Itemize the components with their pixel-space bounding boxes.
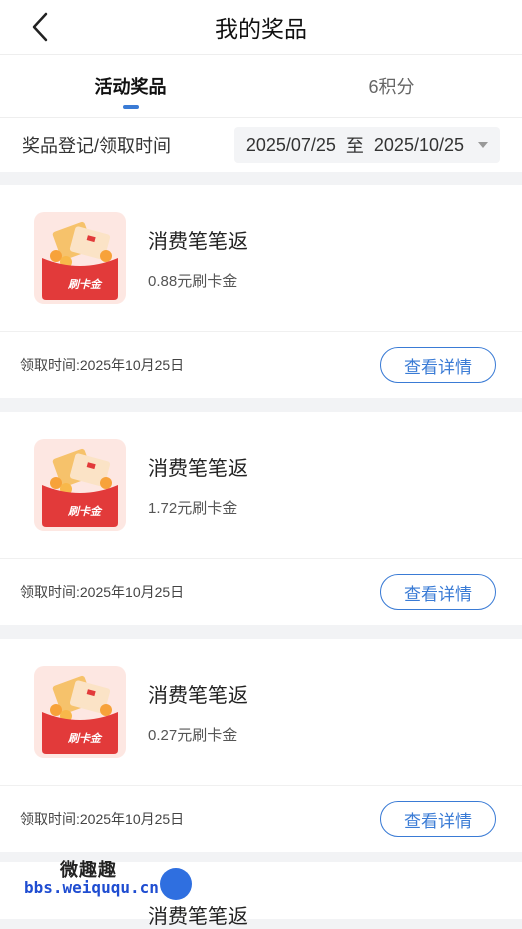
view-details-button[interactable]: 查看详情 <box>380 574 496 610</box>
prize-name: 消费笔笔返 <box>148 906 248 928</box>
claim-time: 领取时间:2025年10月25日 <box>20 811 185 827</box>
prize-name: 消费笔笔返 <box>148 685 248 707</box>
view-details-button[interactable]: 查看详情 <box>380 347 496 383</box>
prize-info: 消费笔笔返 1.72元刷卡金 <box>148 452 248 518</box>
start-date: 2025/07/25 <box>245 134 336 155</box>
red-envelope-icon: 刷卡金 <box>34 212 126 304</box>
card-badge-text: 刷卡金 <box>67 505 103 518</box>
view-details-button[interactable]: 查看详情 <box>380 801 496 837</box>
prize-card-partial[interactable]: 消费笔笔返 <box>0 862 522 928</box>
dropdown-caret-icon <box>478 142 488 148</box>
prize-info: 消费笔笔返 0.27元刷卡金 <box>148 679 248 745</box>
prize-list: 刷卡金 消费笔笔返 0.88元刷卡金 领取时间:2025年10月25日 查看详情 <box>0 171 522 852</box>
filter-label: 奖品登记/领取时间 <box>22 136 172 156</box>
prize-info: 消费笔笔返 0.88元刷卡金 <box>148 225 248 291</box>
prize-name: 消费笔笔返 <box>148 458 248 480</box>
prize-card-body[interactable]: 刷卡金 消费笔笔返 0.27元刷卡金 <box>0 639 522 786</box>
prize-amount: 0.88元刷卡金 <box>148 273 238 290</box>
card-badge-text: 刷卡金 <box>67 278 103 291</box>
red-envelope-icon: 刷卡金 <box>34 439 126 531</box>
back-icon[interactable] <box>26 11 54 43</box>
prize-card: 刷卡金 消费笔笔返 1.72元刷卡金 领取时间:2025年10月25日 查看详情 <box>0 412 522 625</box>
date-range-picker[interactable]: 2025/07/25 至 2025/10/25 <box>233 127 500 163</box>
prize-card-footer: 领取时间:2025年10月25日 查看详情 <box>0 786 522 852</box>
prize-name: 消费笔笔返 <box>148 231 248 253</box>
claim-time: 领取时间:2025年10月25日 <box>20 584 185 600</box>
page-title: 我的奖品 <box>215 16 307 42</box>
prize-amount: 0.27元刷卡金 <box>148 727 238 744</box>
prize-card: 刷卡金 消费笔笔返 0.88元刷卡金 领取时间:2025年10月25日 查看详情 <box>0 185 522 398</box>
prize-card: 刷卡金 消费笔笔返 0.27元刷卡金 领取时间:2025年10月25日 查看详情 <box>0 639 522 852</box>
nav-bar: 我的奖品 <box>0 0 522 55</box>
red-envelope-icon: 刷卡金 <box>34 666 126 758</box>
tab-points[interactable]: 6积分 <box>261 55 522 117</box>
tab-activity-prizes[interactable]: 活动奖品 <box>0 55 261 117</box>
claim-time: 领取时间:2025年10月25日 <box>20 357 185 373</box>
date-filter: 奖品登记/领取时间 2025/07/25 至 2025/10/25 <box>0 118 522 172</box>
prize-card-body[interactable]: 刷卡金 消费笔笔返 0.88元刷卡金 <box>0 185 522 332</box>
prize-card-footer: 领取时间:2025年10月25日 查看详情 <box>0 559 522 625</box>
prize-amount: 1.72元刷卡金 <box>148 500 238 517</box>
prize-card-footer: 领取时间:2025年10月25日 查看详情 <box>0 332 522 398</box>
card-badge-text: 刷卡金 <box>67 732 103 745</box>
end-date: 2025/10/25 <box>373 134 464 155</box>
date-separator: 至 <box>345 136 364 156</box>
prize-card-body[interactable]: 刷卡金 消费笔笔返 1.72元刷卡金 <box>0 412 522 559</box>
tab-bar: 活动奖品 6积分 <box>0 55 522 118</box>
